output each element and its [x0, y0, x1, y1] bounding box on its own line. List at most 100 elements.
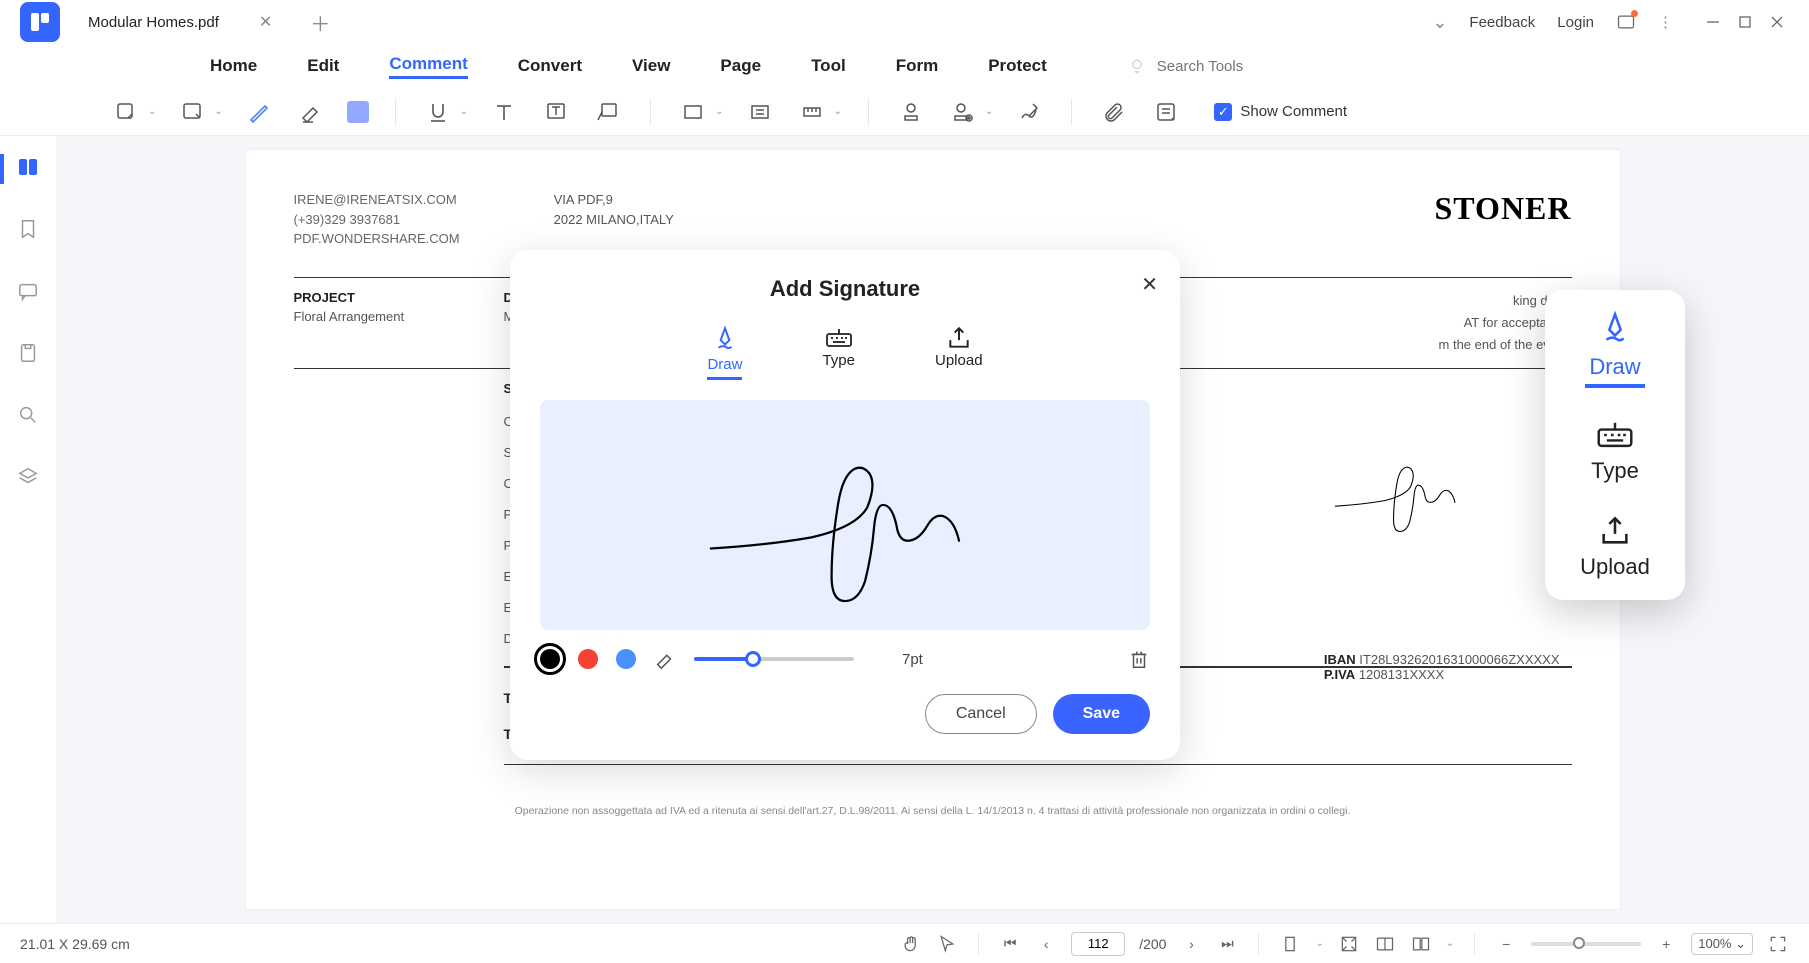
signature-canvas[interactable] — [540, 400, 1150, 630]
underline-tool-icon[interactable] — [422, 96, 454, 128]
menubar: Home Edit Comment Convert View Page Tool… — [0, 44, 1809, 88]
keyboard-icon — [822, 324, 855, 352]
tab-close-icon[interactable]: ✕ — [259, 12, 272, 32]
modal-tab-draw[interactable]: Draw — [707, 324, 742, 380]
caret-icon[interactable]: ⌄ — [715, 106, 723, 117]
attachments-panel-icon[interactable] — [15, 340, 41, 366]
modal-tab-type[interactable]: Type — [822, 324, 855, 380]
search-panel-icon[interactable] — [15, 402, 41, 428]
document-tab[interactable]: Modular Homes.pdf ✕ — [70, 0, 290, 44]
callout-icon[interactable] — [592, 96, 624, 128]
pencil-tool-icon[interactable] — [243, 96, 275, 128]
maximize-button[interactable] — [1737, 14, 1753, 30]
zoom-slider[interactable] — [1531, 942, 1641, 946]
panel-label: Upload — [1580, 554, 1650, 580]
modal-close-icon[interactable]: ✕ — [1141, 272, 1158, 297]
prev-page-icon[interactable]: ‹ — [1035, 933, 1057, 955]
bank-info: IBAN IT28L9326201631000066ZXXXXX P.IVA 1… — [1324, 652, 1560, 682]
color-black[interactable] — [540, 649, 560, 669]
notification-icon[interactable] — [1616, 12, 1636, 32]
login-link[interactable]: Login — [1557, 14, 1594, 31]
menu-tool[interactable]: Tool — [811, 56, 846, 76]
separator — [868, 99, 869, 125]
zoom-in-icon[interactable]: + — [1655, 933, 1677, 955]
text-tool-icon[interactable] — [488, 96, 520, 128]
next-page-icon[interactable]: › — [1180, 933, 1202, 955]
read-mode-icon[interactable] — [1374, 933, 1396, 955]
signature-tool-icon[interactable] — [1013, 96, 1045, 128]
measure-tool-icon[interactable] — [796, 96, 828, 128]
note-tool-icon[interactable] — [110, 96, 142, 128]
chevron-down-icon[interactable]: ⌄ — [1432, 12, 1447, 33]
text-box-tool-icon[interactable] — [176, 96, 208, 128]
address-line1: VIA PDF,9 — [554, 190, 674, 210]
eraser-icon[interactable] — [654, 648, 676, 670]
caret-icon[interactable]: ⌄ — [460, 106, 468, 117]
brand-logo-text: STONER — [1434, 190, 1571, 249]
area-highlight-icon[interactable] — [744, 96, 776, 128]
layers-icon[interactable] — [15, 464, 41, 490]
page-number-input[interactable] — [1071, 932, 1125, 956]
rectangle-tool-icon[interactable] — [677, 96, 709, 128]
panel-draw[interactable]: Draw — [1585, 310, 1644, 388]
menu-edit[interactable]: Edit — [307, 56, 339, 76]
upload-icon — [1580, 514, 1650, 548]
new-tab-button[interactable]: ＋ — [310, 8, 330, 37]
feedback-link[interactable]: Feedback — [1469, 14, 1535, 31]
cancel-button[interactable]: Cancel — [925, 694, 1037, 734]
modal-actions: Cancel Save — [540, 694, 1150, 734]
menu-form[interactable]: Form — [896, 56, 939, 76]
trash-icon[interactable] — [1128, 648, 1150, 670]
fullscreen-icon[interactable] — [1767, 933, 1789, 955]
caret-icon[interactable]: ⌄ — [214, 106, 222, 117]
caret-icon[interactable]: ⌄ — [148, 106, 156, 117]
panel-type[interactable]: Type — [1591, 418, 1639, 484]
stamp-add-icon[interactable] — [947, 96, 979, 128]
select-tool-icon[interactable] — [936, 933, 958, 955]
first-page-icon[interactable]: ⏮ — [999, 933, 1021, 955]
divider — [504, 764, 1572, 765]
caret-icon[interactable]: ⌄ — [834, 106, 842, 117]
close-button[interactable] — [1769, 14, 1785, 30]
show-comment-toggle[interactable]: ✓ Show Comment — [1214, 103, 1347, 121]
minimize-button[interactable] — [1705, 14, 1721, 30]
caret-icon[interactable]: ⌄ — [985, 106, 993, 117]
bookmarks-icon[interactable] — [15, 216, 41, 242]
zoom-out-icon[interactable]: − — [1495, 933, 1517, 955]
zoom-level[interactable]: 100% ⌄ — [1691, 933, 1753, 955]
tab-title: Modular Homes.pdf — [88, 14, 219, 31]
thickness-slider[interactable] — [694, 657, 854, 661]
search-tools-input[interactable] — [1157, 58, 1277, 75]
menu-protect[interactable]: Protect — [988, 56, 1047, 76]
color-blue[interactable] — [616, 649, 636, 669]
statusbar: 21.01 X 29.69 cm ⏮ ‹ /200 › ⏭ ⌄ ⌄ − + 10… — [0, 923, 1809, 963]
modal-tab-upload[interactable]: Upload — [935, 324, 983, 380]
menu-home[interactable]: Home — [210, 56, 257, 76]
eraser-tool-icon[interactable] — [295, 96, 327, 128]
fit-page-icon[interactable] — [1338, 933, 1360, 955]
thumbnails-icon[interactable] — [15, 154, 41, 180]
panel-upload[interactable]: Upload — [1580, 514, 1650, 580]
text-callout-icon[interactable] — [540, 96, 572, 128]
highlight-color-swatch[interactable] — [347, 101, 369, 123]
last-page-icon[interactable]: ⏭ — [1216, 933, 1238, 955]
color-red[interactable] — [578, 649, 598, 669]
view-mode-icon[interactable] — [1410, 933, 1432, 955]
menu-convert[interactable]: Convert — [518, 56, 582, 76]
stamp-tool-icon[interactable] — [895, 96, 927, 128]
piva-label: P.IVA — [1324, 667, 1355, 682]
menu-page[interactable]: Page — [720, 56, 761, 76]
title-right: ⌄ Feedback Login ⋮ — [1432, 12, 1809, 33]
hand-tool-icon[interactable] — [900, 933, 922, 955]
address-line2: 2022 MILANO,ITALY — [554, 210, 674, 230]
save-button[interactable]: Save — [1053, 694, 1150, 734]
terms-line: king days. — [1172, 290, 1572, 312]
comments-panel-icon[interactable] — [15, 278, 41, 304]
menu-comment[interactable]: Comment — [389, 54, 467, 79]
layout-single-icon[interactable] — [1279, 933, 1301, 955]
menu-view[interactable]: View — [632, 56, 670, 76]
attachment-tool-icon[interactable] — [1098, 96, 1130, 128]
comment-list-icon[interactable] — [1150, 96, 1182, 128]
terms-block: king days. AT for acceptance, m the end … — [1172, 290, 1572, 356]
more-icon[interactable]: ⋮ — [1658, 13, 1673, 31]
